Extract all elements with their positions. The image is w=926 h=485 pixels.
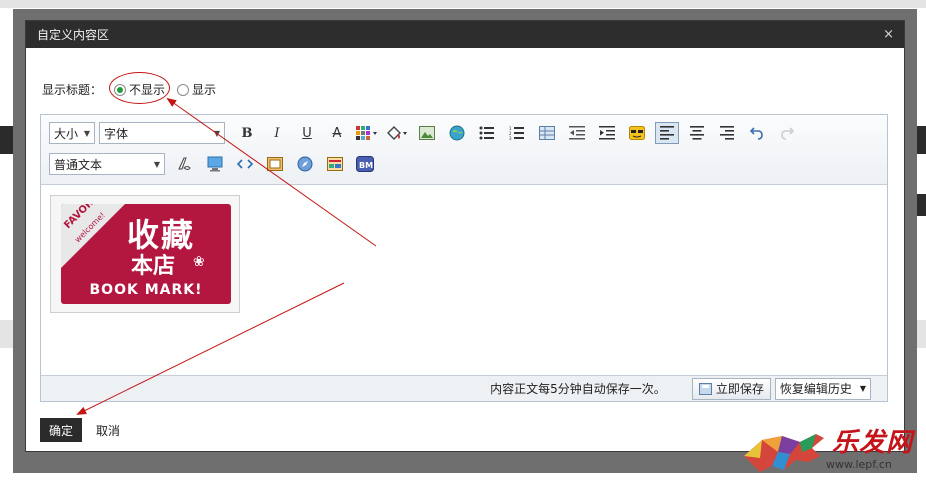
arrow-to-confirm: [76, 282, 345, 415]
annotation-arrows: [76, 97, 377, 415]
bull-logo-icon: [744, 434, 824, 472]
site-watermark: 乐发网 www.lepf.cn: [738, 420, 926, 482]
arrow-to-radio: [166, 97, 377, 247]
watermark-brand: 乐发网: [832, 428, 914, 458]
watermark-url: www.lepf.cn: [826, 458, 892, 471]
